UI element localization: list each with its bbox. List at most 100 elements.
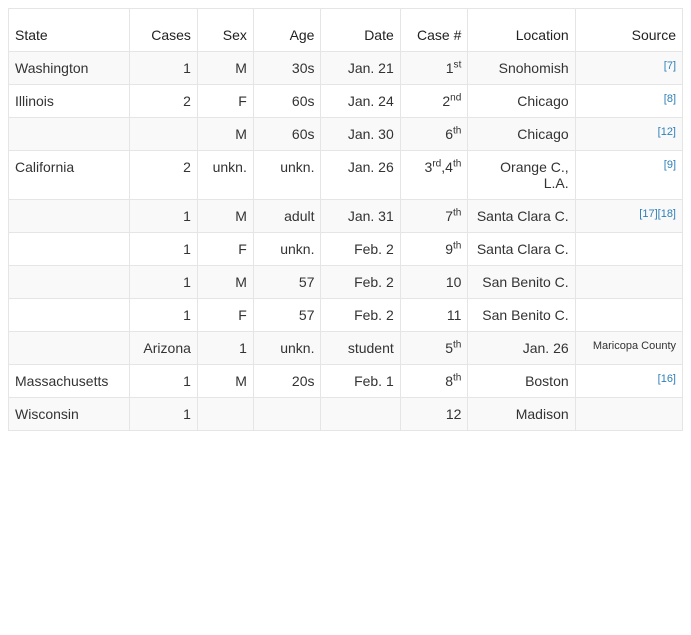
cell-state: Wisconsin <box>9 398 130 431</box>
cell-location: Santa Clara C. <box>468 200 575 233</box>
cell-location: Snohomish <box>468 52 575 85</box>
cell-casenum: 9th <box>400 233 468 266</box>
cell-cases: 1 <box>130 200 198 233</box>
cell-source <box>575 266 682 299</box>
cell-source <box>575 398 682 431</box>
cell-date: Feb. 1 <box>321 365 400 398</box>
cell-cases: 1 <box>130 52 198 85</box>
cell-location: Chicago <box>468 85 575 118</box>
cell-age: 57 <box>253 299 321 332</box>
cell-casenum: 6th <box>400 118 468 151</box>
header-age: Age <box>253 9 321 52</box>
cell-cases: 2 <box>130 85 198 118</box>
cell-age: 57 <box>253 266 321 299</box>
cell-state <box>9 299 130 332</box>
table-row: Illinois2F60sJan. 242ndChicago [8] <box>9 85 683 118</box>
cell-state: Illinois <box>9 85 130 118</box>
header-cases: Cases <box>130 9 198 52</box>
header-location: Location <box>468 9 575 52</box>
header-date: Date <box>321 9 400 52</box>
cell-state <box>9 118 130 151</box>
cell-state: Washington <box>9 52 130 85</box>
cell-state: California <box>9 151 130 200</box>
cell-date: Feb. 2 <box>321 233 400 266</box>
header-sex: Sex <box>197 9 253 52</box>
cell-sex: M <box>197 52 253 85</box>
header-state: State <box>9 9 130 52</box>
cell-source: [9] <box>575 151 682 200</box>
cell-sex: F <box>197 299 253 332</box>
cell-casenum: 7th <box>400 200 468 233</box>
cell-date: Jan. 31 <box>321 200 400 233</box>
source-link[interactable]: [18] <box>658 208 676 220</box>
cell-sex: F <box>197 233 253 266</box>
cell-casenum: 3rd,4th <box>400 151 468 200</box>
cell-source: [12] <box>575 118 682 151</box>
table-row: 1MadultJan. 317thSanta Clara C.[17][18] <box>9 200 683 233</box>
cell-source: [17][18] <box>575 200 682 233</box>
cell-casenum: 12 <box>400 398 468 431</box>
cell-casenum: 2nd <box>400 85 468 118</box>
cell-casenum: 8th <box>400 365 468 398</box>
cases-table: State Cases Sex Age Date Case # Location… <box>8 8 683 431</box>
cell-age: unkn. <box>253 332 321 365</box>
table-row: Wisconsin1 12Madison <box>9 398 683 431</box>
cell-cases: 1 <box>130 398 198 431</box>
source-link[interactable]: [8] <box>664 93 676 105</box>
cell-casenum: 11 <box>400 299 468 332</box>
cell-source: Maricopa County <box>575 332 682 365</box>
cell-sex <box>197 398 253 431</box>
table-row: Massachusetts1M20sFeb. 18thBoston[16] <box>9 365 683 398</box>
cell-date: Jan. 24 <box>321 85 400 118</box>
table-row: California2unkn.unkn.Jan. 263rd,4thOrang… <box>9 151 683 200</box>
cell-date: student <box>321 332 400 365</box>
table-row: 1F57Feb. 211San Benito C. <box>9 299 683 332</box>
table-row: 1Funkn.Feb. 29thSanta Clara C. <box>9 233 683 266</box>
cell-age: 60s <box>253 85 321 118</box>
cell-state: Massachusetts <box>9 365 130 398</box>
table-row: 1M57Feb. 210San Benito C. <box>9 266 683 299</box>
cell-age: adult <box>253 200 321 233</box>
cell-location: San Benito C. <box>468 299 575 332</box>
cell-sex: M <box>197 200 253 233</box>
source-link[interactable]: [7] <box>664 60 676 72</box>
cell-date: Feb. 2 <box>321 299 400 332</box>
cell-cases <box>130 118 198 151</box>
source-link[interactable]: [17] <box>639 208 657 220</box>
header-source: Source <box>575 9 682 52</box>
cell-cases: 1 <box>130 365 198 398</box>
cell-state <box>9 200 130 233</box>
cell-sex: M <box>197 266 253 299</box>
cell-source: [16] <box>575 365 682 398</box>
cell-cases: 1 <box>130 233 198 266</box>
cell-age: 60s <box>253 118 321 151</box>
table-row: Arizona1unkn.student5thJan. 26Maricopa C… <box>9 332 683 365</box>
cell-age: unkn. <box>253 233 321 266</box>
cell-age <box>253 398 321 431</box>
cell-sex: F <box>197 85 253 118</box>
cell-cases: 1 <box>130 266 198 299</box>
source-link[interactable]: [16] <box>658 373 676 385</box>
cell-location: Jan. 26 <box>468 332 575 365</box>
cell-sex: M <box>197 118 253 151</box>
cell-state <box>9 233 130 266</box>
table-row: M60sJan. 306thChicago[12] <box>9 118 683 151</box>
cell-source: [8] <box>575 85 682 118</box>
header-row: State Cases Sex Age Date Case # Location… <box>9 9 683 52</box>
cell-location: Orange C., L.A. <box>468 151 575 200</box>
cell-location: Madison <box>468 398 575 431</box>
cell-age: unkn. <box>253 151 321 200</box>
cell-cases: 1 <box>130 299 198 332</box>
cell-cases: Arizona <box>130 332 198 365</box>
cell-source <box>575 299 682 332</box>
cell-location: Santa Clara C. <box>468 233 575 266</box>
cell-state <box>9 332 130 365</box>
cell-casenum: 5th <box>400 332 468 365</box>
source-link[interactable]: [12] <box>658 126 676 138</box>
source-link[interactable]: [9] <box>664 159 676 171</box>
cell-date: Feb. 2 <box>321 266 400 299</box>
cell-cases: 2 <box>130 151 198 200</box>
cell-source <box>575 233 682 266</box>
cell-date: Jan. 26 <box>321 151 400 200</box>
cell-sex: M <box>197 365 253 398</box>
